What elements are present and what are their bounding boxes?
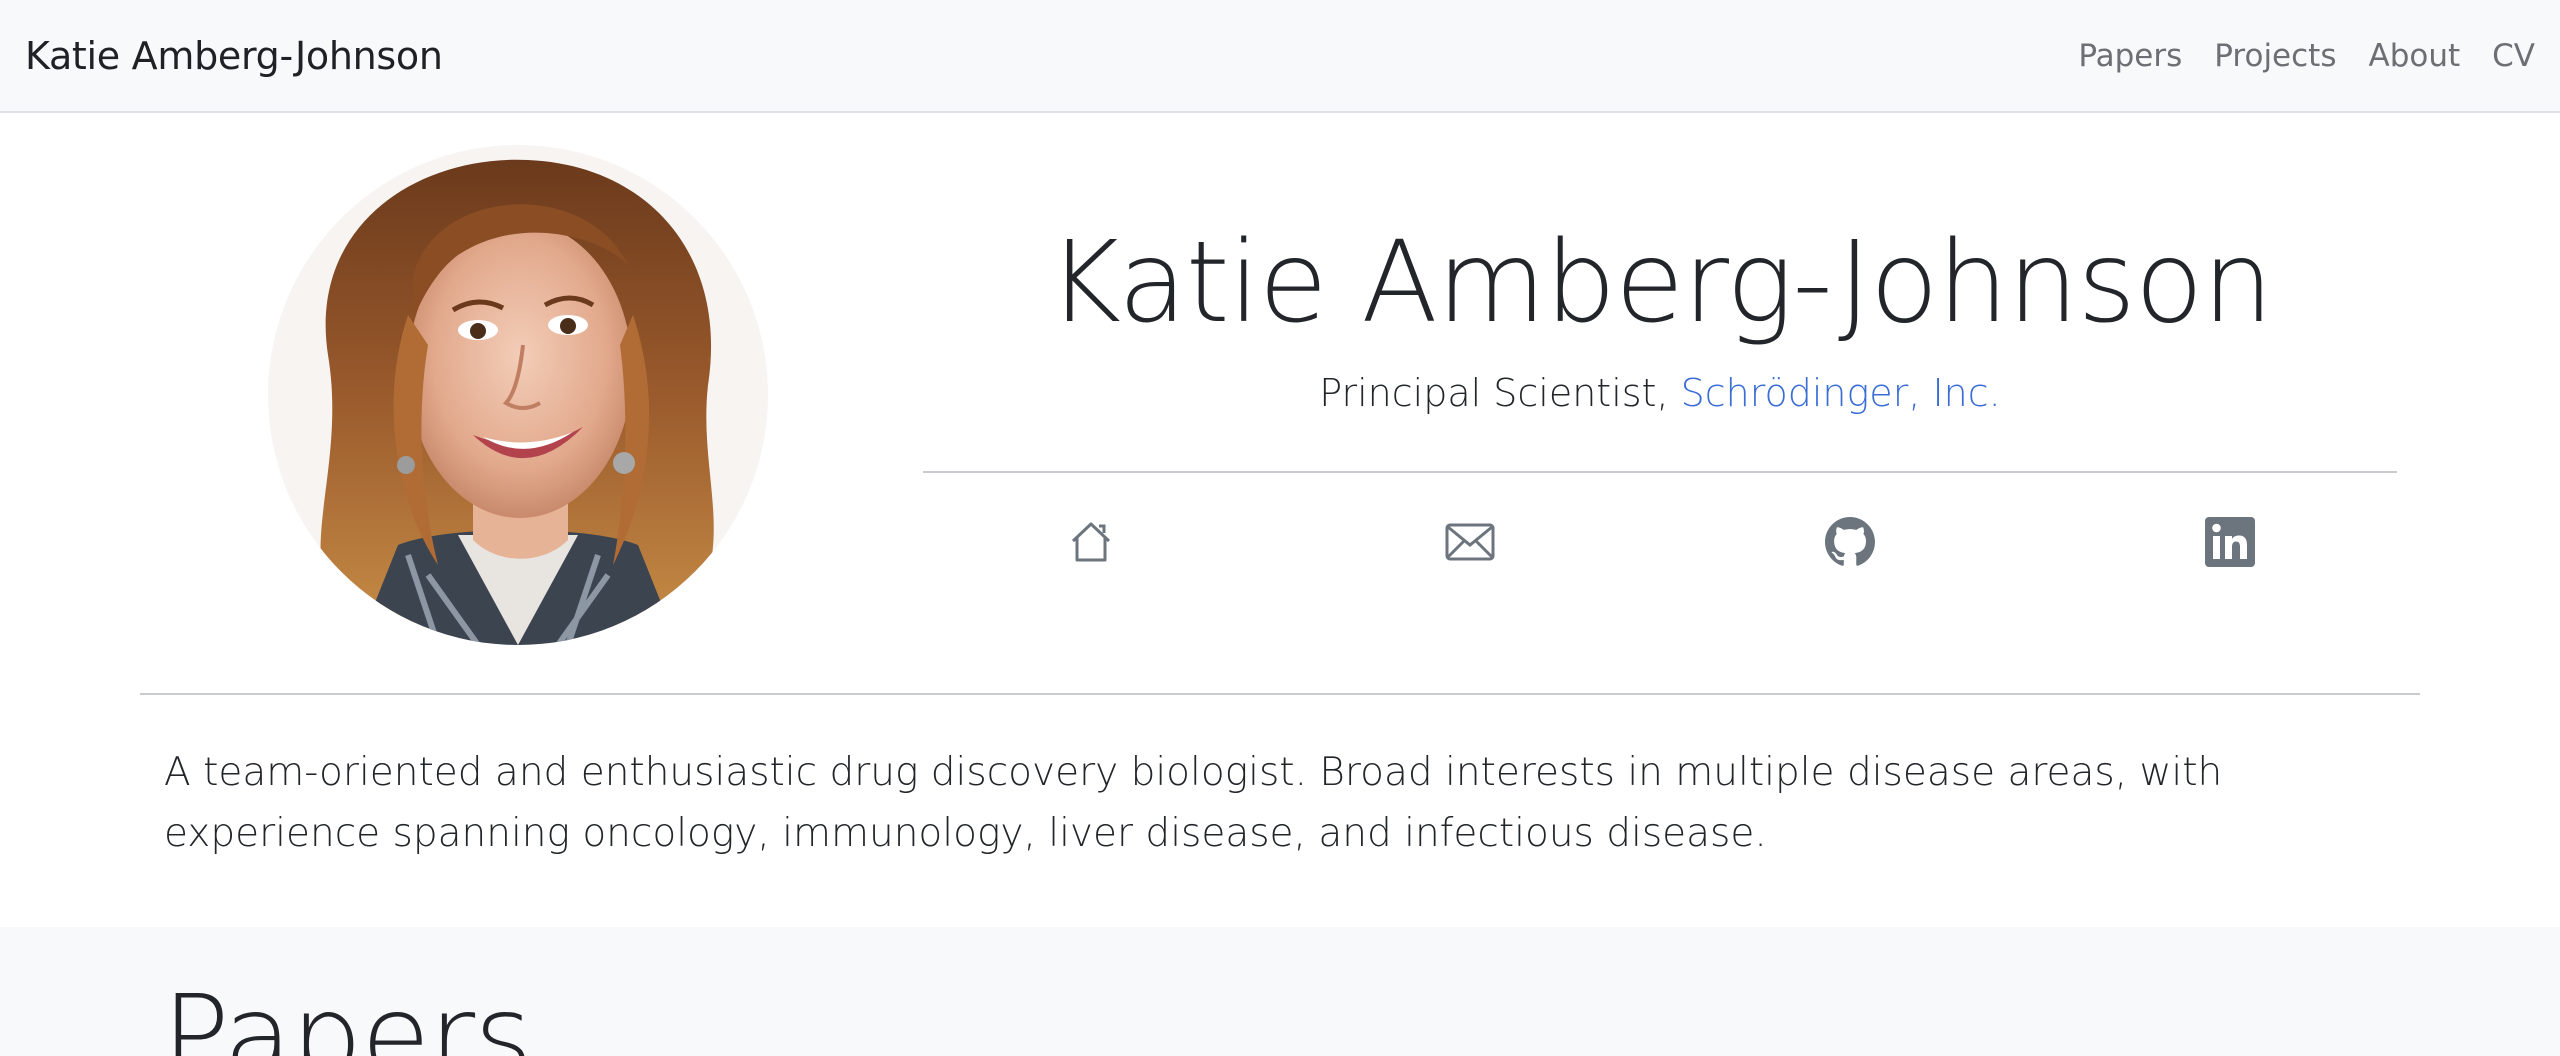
nav-link-projects[interactable]: Projects [2214, 32, 2336, 80]
papers-section: Papers [0, 927, 2560, 1056]
profile-photo [268, 145, 768, 645]
company-link[interactable]: Schrödinger, Inc. [1681, 371, 2001, 415]
linkedin-icon [2205, 517, 2255, 567]
papers-heading: Papers [162, 972, 533, 1056]
nav-links: Papers Projects About CV [2078, 32, 2535, 80]
linkedin-link[interactable] [2200, 512, 2260, 572]
job-title: Principal Scientist, [1319, 371, 1681, 415]
navbar-brand[interactable]: Katie Amberg-Johnson [25, 30, 443, 82]
hero-divider [923, 471, 2397, 473]
github-icon [1825, 517, 1875, 566]
nav-link-cv[interactable]: CV [2492, 32, 2535, 80]
hero-subtitle: Principal Scientist, Schrödinger, Inc. [923, 366, 2397, 420]
github-link[interactable] [1820, 512, 1880, 572]
envelope-icon [1445, 523, 1495, 561]
hero-name: Katie Amberg-Johnson [1047, 218, 2274, 348]
home-icon [1071, 522, 1111, 562]
nav-link-about[interactable]: About [2368, 32, 2460, 80]
section-divider [140, 693, 2420, 695]
nav-link-papers[interactable]: Papers [2078, 32, 2182, 80]
email-link[interactable] [1440, 512, 1500, 572]
home-link[interactable] [1061, 512, 1121, 572]
bio-text: A team-oriented and enthusiastic drug di… [164, 750, 2223, 856]
top-navbar: Katie Amberg-Johnson Papers Projects Abo… [0, 0, 2560, 113]
